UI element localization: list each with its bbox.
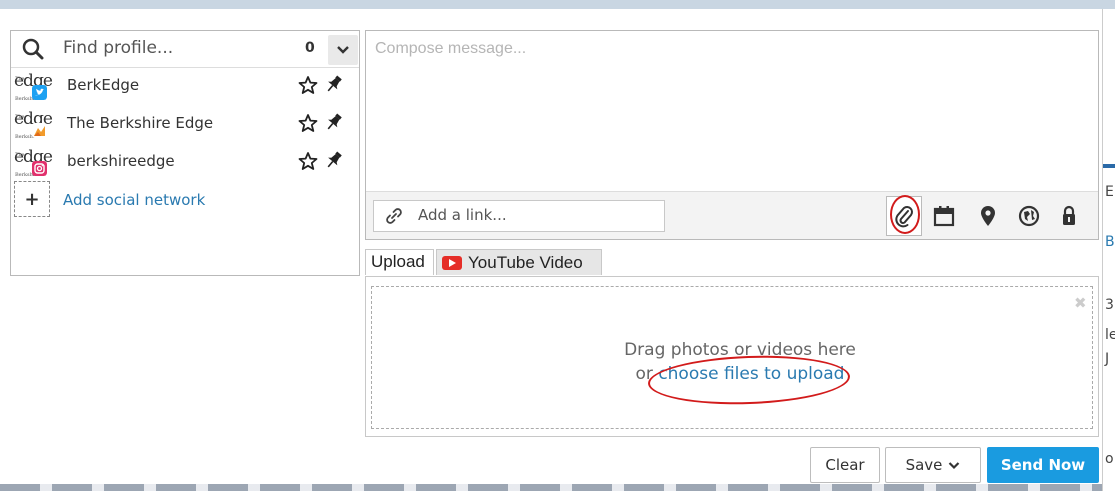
save-button[interactable]: Save [885,447,981,483]
schedule-tool[interactable] [931,202,957,230]
compose-message-input[interactable] [366,31,1098,191]
profile-row-the-berkshire-edge[interactable]: The Berkshire edge The Berkshire Edge [11,109,359,145]
search-icon[interactable] [22,38,44,60]
clear-button-label: Clear [825,456,865,474]
selected-profile-count: 0 [305,40,315,56]
attach-annotation-circle [890,195,920,234]
link-icon [386,208,402,224]
pin-icon[interactable] [324,112,344,132]
targeting-tool[interactable] [1016,202,1042,230]
chevron-down-icon [949,461,960,469]
pin-icon[interactable] [324,150,344,170]
location-tool[interactable] [975,202,1001,230]
profile-name: BerkEdge [67,76,140,94]
send-now-label: Send Now [1000,456,1086,474]
tab-label: YouTube Video [468,252,583,272]
message-composer [365,30,1099,240]
profile-name: berkshireedge [67,152,175,170]
star-icon[interactable] [298,75,318,95]
targeting-icon [1018,205,1040,227]
star-icon[interactable] [298,151,318,171]
clear-button[interactable]: Clear [810,447,880,483]
background-strip [0,484,1102,491]
add-social-network-link[interactable]: Add social network [63,191,205,209]
chevron-down-icon [337,46,349,54]
privacy-lock-icon [1063,205,1075,225]
plus-icon: + [24,188,40,210]
edge-text: Bo [1105,234,1115,250]
tab-youtube-video[interactable]: YouTube Video [436,249,602,275]
profile-row-berkshireedge[interactable]: The Berkshire edge berkshireedge [11,147,359,183]
location-icon [981,206,995,226]
privacy-tool[interactable] [1056,202,1082,230]
profile-picker: 0 The Berkshire edge BerkEdge [10,30,360,276]
edge-text: le [1105,327,1115,343]
twitter-icon [32,85,47,100]
edge-text: E [1105,184,1114,200]
profile-row-berkedge[interactable]: The Berkshire edge BerkEdge [11,71,359,107]
send-now-button[interactable]: Send Now [987,447,1099,483]
edge-text: J [1105,351,1110,367]
save-button-label: Save [905,456,943,474]
profile-name: The Berkshire Edge [67,114,214,132]
close-icon[interactable]: ✖ [1074,294,1087,312]
calendar-icon [933,206,955,227]
edge-accent-bar [1103,164,1115,168]
adjacent-panel-edge: E Bo 3 le J o [1102,9,1115,491]
profile-search-row: 0 [11,31,359,68]
tab-label: Upload [371,252,425,271]
add-link-input[interactable] [418,206,658,224]
top-bar [0,0,1115,9]
edge-text: o [1105,451,1114,467]
instagram-icon [32,161,47,176]
add-link-field[interactable] [373,200,665,232]
add-social-network-button[interactable]: + [14,181,50,217]
edge-text: 3 [1105,297,1114,313]
star-icon[interactable] [298,113,318,133]
pin-icon[interactable] [324,74,344,94]
youtube-icon [442,255,462,270]
profile-dropdown-button[interactable] [328,35,358,65]
profile-search-input[interactable] [63,38,293,58]
composer-toolbar [366,191,1098,239]
tab-upload[interactable]: Upload [365,249,434,275]
facebook-page-icon [32,123,47,138]
